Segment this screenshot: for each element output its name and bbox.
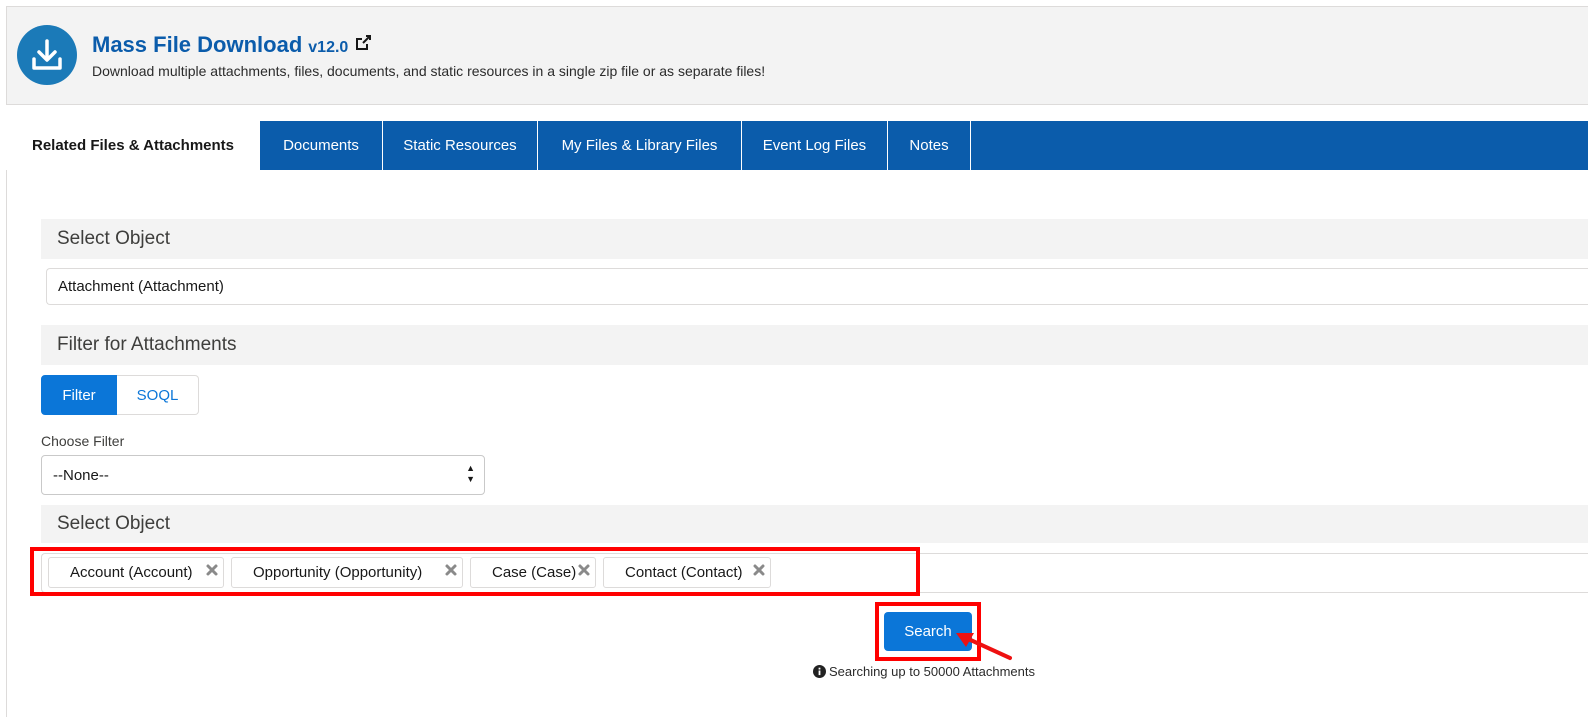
annotation-arrow (956, 633, 1012, 660)
app-version: v12.0 (308, 39, 349, 56)
select-object-heading: Select Object (41, 219, 1588, 259)
object-select-input[interactable]: Attachment (Attachment) (46, 268, 1588, 305)
pills-highlight-box (30, 547, 920, 596)
choose-filter-label: Choose Filter (41, 433, 125, 449)
filter-heading: Filter for Attachments (41, 325, 1588, 365)
choose-filter-value: --None-- (53, 466, 109, 484)
info-icon (813, 665, 826, 678)
search-note-text: Searching up to 50000 Attachments (829, 664, 1035, 679)
tab-documents[interactable]: Documents (260, 121, 383, 170)
tab-event-log-files[interactable]: Event Log Files (742, 121, 888, 170)
soql-mode-button[interactable]: SOQL (117, 375, 199, 415)
filter-mode-button[interactable]: Filter (41, 375, 117, 415)
tab-static-resources[interactable]: Static Resources (383, 121, 538, 170)
external-link-icon[interactable] (354, 34, 372, 52)
app-title: Mass File Download (92, 32, 303, 57)
tab-my-files-library-files[interactable]: My Files & Library Files (538, 121, 742, 170)
search-note: Searching up to 50000 Attachments (813, 664, 1035, 679)
related-objects-heading: Select Object (41, 505, 1588, 543)
select-arrows-icon: ▲ ▼ (466, 463, 475, 484)
tab-related-files-attachments[interactable]: Related Files & Attachments (6, 121, 260, 170)
choose-filter-select[interactable]: --None-- ▲ ▼ (41, 455, 485, 495)
app-subtitle: Download multiple attachments, files, do… (92, 63, 766, 79)
download-icon (17, 25, 77, 85)
tab-notes[interactable]: Notes (888, 121, 971, 170)
app-header: Mass File Download v12.0 Download multip… (6, 6, 1588, 105)
filter-mode-toggle: Filter SOQL (41, 375, 199, 415)
tab-bar: Related Files & Attachments Documents St… (6, 121, 1588, 170)
